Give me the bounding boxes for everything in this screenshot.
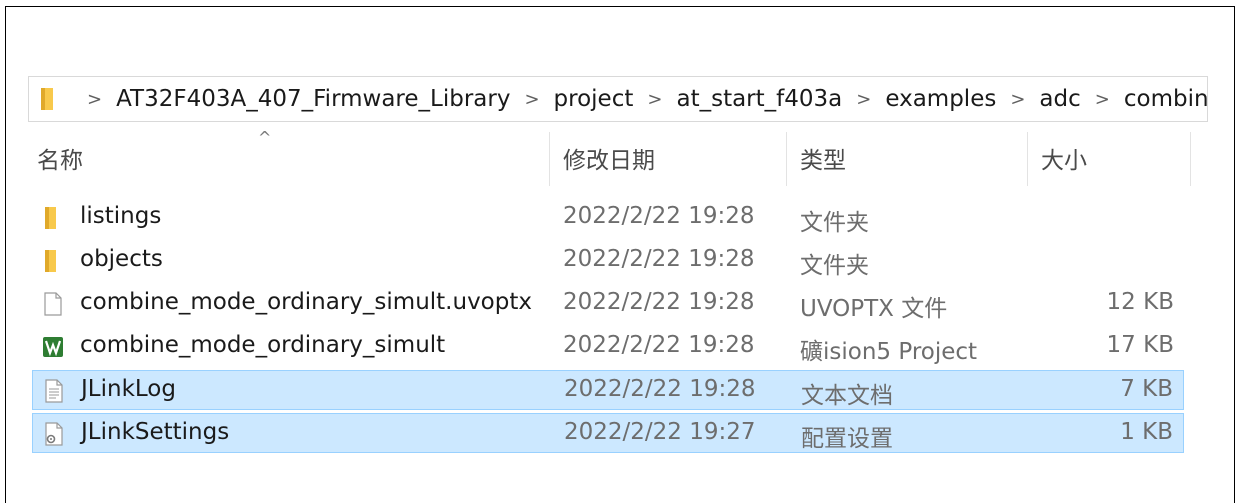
file-row[interactable]: JLinkLog 2022/2/22 19:28 文本文档 7 KB <box>32 370 1184 410</box>
file-name[interactable]: objects <box>80 246 163 272</box>
column-divider[interactable] <box>1190 132 1191 186</box>
breadcrumb-item[interactable]: examples <box>885 86 996 112</box>
file-name[interactable]: combine_mode_ordinary_simult.uvoptx <box>80 289 532 315</box>
blank-file-icon <box>42 292 64 316</box>
file-size: 7 KB <box>1120 376 1173 402</box>
file-date: 2022/2/22 19:28 <box>563 203 755 229</box>
breadcrumb-separator: > <box>856 88 872 110</box>
breadcrumb-separator: > <box>87 88 103 110</box>
breadcrumb-item[interactable]: project <box>554 86 634 112</box>
keil-uvision-icon <box>42 335 64 359</box>
file-row[interactable]: listings 2022/2/22 19:28 文件夹 <box>32 198 1184 238</box>
file-type: 文本文档 <box>801 383 893 409</box>
file-row[interactable]: JLinkSettings 2022/2/22 19:27 配置设置 1 KB <box>32 413 1184 453</box>
breadcrumb-item[interactable]: adc <box>1039 86 1080 112</box>
address-bar[interactable]: > AT32F403A_407_Firmware_Library > proje… <box>28 76 1208 122</box>
folder-icon <box>39 87 59 111</box>
file-name[interactable]: JLinkSettings <box>81 419 229 445</box>
breadcrumb-item[interactable]: AT32F403A_407_Firmware_Library <box>116 86 510 112</box>
file-type: 文件夹 <box>800 210 869 236</box>
file-size: 1 KB <box>1120 419 1173 445</box>
file-row[interactable]: combine_mode_ordinary_simult.uvoptx 2022… <box>32 284 1184 324</box>
file-size: 12 KB <box>1106 289 1174 315</box>
column-header-name[interactable]: 名称 <box>37 130 83 186</box>
file-name[interactable]: combine_mode_ordinary_simult <box>80 332 445 358</box>
file-date: 2022/2/22 19:27 <box>564 419 756 445</box>
breadcrumb-separator: > <box>647 88 663 110</box>
file-name[interactable]: JLinkLog <box>81 376 176 402</box>
file-list: listings 2022/2/22 19:28 文件夹 objects 202… <box>32 198 1184 456</box>
folder-icon <box>42 249 64 273</box>
file-name[interactable]: listings <box>80 203 161 229</box>
file-type: 文件夹 <box>800 253 869 279</box>
breadcrumb-separator: > <box>1094 88 1110 110</box>
column-header-type[interactable]: 类型 <box>800 130 846 186</box>
config-file-icon <box>43 422 65 446</box>
column-header-date[interactable]: 修改日期 <box>563 130 655 186</box>
file-date: 2022/2/22 19:28 <box>564 376 756 402</box>
column-divider[interactable] <box>1027 132 1028 186</box>
breadcrumb-separator: > <box>1010 88 1026 110</box>
file-date: 2022/2/22 19:28 <box>563 289 755 315</box>
sort-ascending-icon: ^ <box>258 128 272 147</box>
file-type: 礦ision5 Project <box>800 339 978 365</box>
breadcrumb-item[interactable]: combine_m <box>1124 86 1207 112</box>
folder-icon <box>42 206 64 230</box>
column-header-size[interactable]: 大小 <box>1041 130 1087 186</box>
file-type: 配置设置 <box>801 426 893 452</box>
file-type: UVOPTX 文件 <box>800 296 948 322</box>
column-header: ^ 名称 修改日期 类型 大小 <box>30 128 1200 186</box>
file-row[interactable]: objects 2022/2/22 19:28 文件夹 <box>32 241 1184 281</box>
file-row[interactable]: combine_mode_ordinary_simult 2022/2/22 1… <box>32 327 1184 367</box>
file-date: 2022/2/22 19:28 <box>563 332 755 358</box>
text-file-icon <box>43 379 65 403</box>
breadcrumb-item[interactable]: at_start_f403a <box>676 86 842 112</box>
column-divider[interactable] <box>786 132 787 186</box>
file-date: 2022/2/22 19:28 <box>563 246 755 272</box>
breadcrumb-separator: > <box>524 88 540 110</box>
file-size: 17 KB <box>1106 332 1174 358</box>
column-divider[interactable] <box>549 132 550 186</box>
